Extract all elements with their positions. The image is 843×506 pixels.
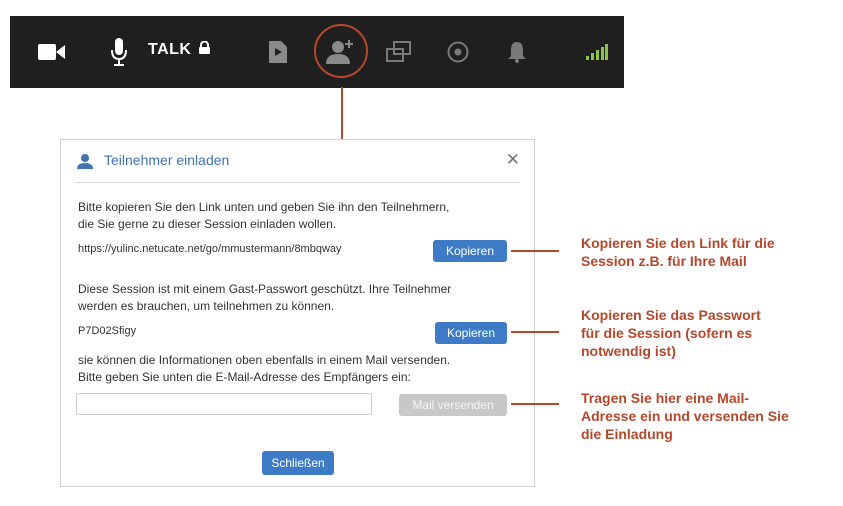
invite-dialog: Teilnehmer einladen ✕ Bitte kopieren Sie… [60, 139, 535, 487]
callout-connector-password [511, 331, 559, 333]
link-instructions-line-2: die Sie gerne zu dieser Session einladen… [78, 217, 337, 231]
send-mail-button[interactable]: Mail versenden [399, 394, 507, 416]
copy-password-button[interactable]: Kopieren [435, 322, 507, 344]
password-instructions-line-2: werden es brauchen, um teilnehmen zu kön… [78, 299, 335, 313]
callout-send-mail-line-2: Adresse ein und versenden Sie [581, 408, 789, 424]
callout-connector-link [511, 250, 559, 252]
talk-label: TALK [148, 41, 192, 58]
mail-instructions-line-1: sie können die Informationen oben ebenfa… [78, 353, 451, 367]
callout-send-mail-line-3: die Einladung [581, 426, 673, 442]
title-divider [75, 182, 520, 183]
user-icon [77, 153, 93, 174]
password-instructions: Diese Session ist mit einem Gast-Passwor… [78, 281, 518, 315]
dialog-title: Teilnehmer einladen [104, 152, 230, 168]
talk-indicator: TALK [148, 40, 211, 59]
mail-instructions: sie können die Informationen oben ebenfa… [78, 352, 518, 386]
screen-share-icon[interactable] [384, 16, 414, 88]
link-instructions-line-1: Bitte kopieren Sie den Link unten und ge… [78, 200, 450, 214]
copy-link-button[interactable]: Kopieren [433, 240, 507, 262]
document-play-icon[interactable] [268, 16, 288, 88]
video-camera-icon[interactable] [36, 16, 68, 88]
callout-copy-password-line-1: Kopieren Sie das Passwort [581, 307, 761, 323]
callout-send-mail: Tragen Sie hier eine Mail- Adresse ein u… [581, 389, 831, 443]
callout-copy-password-line-3: notwendig ist) [581, 343, 676, 359]
callout-copy-link: Kopieren Sie den Link für die Session z.… [581, 234, 831, 270]
callout-copy-password: Kopieren Sie das Passwort für die Sessio… [581, 306, 831, 360]
mail-instructions-line-2: Bitte geben Sie unten die E-Mail-Adresse… [78, 370, 411, 384]
close-button[interactable]: Schließen [262, 451, 334, 475]
record-icon[interactable] [446, 16, 470, 88]
callout-copy-link-line-2: Session z.B. für Ihre Mail [581, 253, 747, 269]
callout-send-mail-line-1: Tragen Sie hier eine Mail- [581, 390, 750, 406]
callout-connector-mail [511, 403, 559, 405]
callout-copy-link-line-1: Kopieren Sie den Link für die [581, 235, 775, 251]
microphone-icon[interactable] [108, 16, 130, 88]
password-instructions-line-1: Diese Session ist mit einem Gast-Passwor… [78, 282, 452, 296]
callout-copy-password-line-2: für die Session (sofern es [581, 325, 753, 341]
link-instructions: Bitte kopieren Sie den Link unten und ge… [78, 199, 518, 233]
signal-strength-icon [584, 16, 610, 88]
highlight-ring [314, 24, 368, 78]
email-field[interactable] [76, 393, 372, 415]
bell-icon[interactable] [506, 16, 528, 88]
session-toolbar: TALK [10, 16, 624, 88]
lock-icon [199, 40, 211, 59]
close-icon[interactable]: ✕ [506, 151, 520, 168]
